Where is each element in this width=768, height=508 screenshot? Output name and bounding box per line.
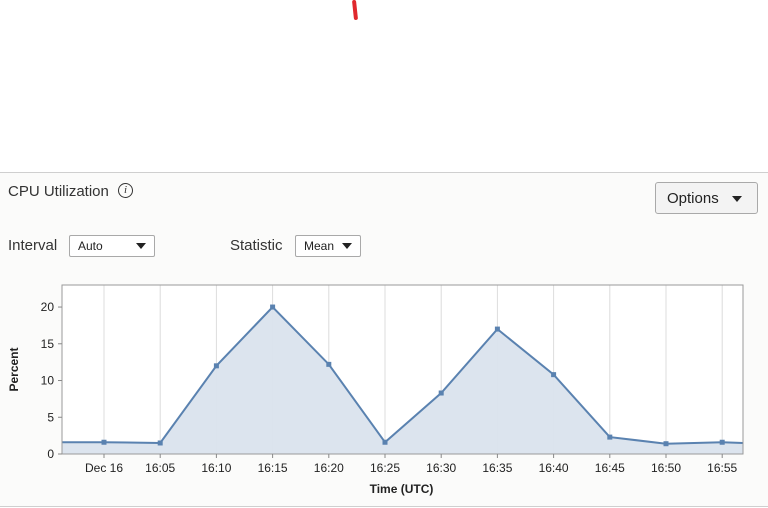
y-tick-label: 10 [41, 374, 55, 388]
x-tick-label: 16:10 [201, 461, 231, 475]
data-point [101, 439, 107, 445]
x-tick-label: 16:15 [258, 461, 288, 475]
x-axis-label: Time (UTC) [370, 482, 434, 496]
x-tick-label: 16:25 [370, 461, 400, 475]
data-point [494, 326, 500, 332]
data-point [607, 434, 613, 440]
y-axis-label: Percent [7, 347, 21, 391]
x-tick-label: 16:35 [482, 461, 512, 475]
x-tick-label: 16:50 [651, 461, 681, 475]
y-tick-label: 0 [47, 447, 54, 461]
y-tick-label: 5 [47, 410, 54, 424]
y-tick-label: 15 [41, 337, 55, 351]
red-annotation-mark [351, 0, 359, 21]
x-tick-label: 16:40 [539, 461, 569, 475]
data-point [213, 363, 219, 369]
x-tick-label: Dec 16 [85, 461, 123, 475]
x-tick-label: 16:05 [145, 461, 175, 475]
data-point [270, 304, 276, 310]
x-tick-label: 16:30 [426, 461, 456, 475]
x-tick-label: 16:45 [595, 461, 625, 475]
cpu-utilization-panel: CPU Utilization i Options Interval Auto … [0, 172, 768, 507]
data-point [326, 361, 332, 367]
data-point [438, 390, 444, 396]
data-point [663, 441, 669, 447]
data-point [551, 372, 557, 378]
x-tick-label: 16:20 [314, 461, 344, 475]
data-point [382, 439, 388, 445]
y-tick-label: 20 [41, 300, 55, 314]
data-point [157, 440, 163, 446]
data-point [719, 439, 725, 445]
cpu-chart: Dec 16 16:05 16:10 16:15 16:20 16:25 16:30 16:3… [7, 284, 744, 496]
x-tick-label: 16:55 [707, 461, 737, 475]
